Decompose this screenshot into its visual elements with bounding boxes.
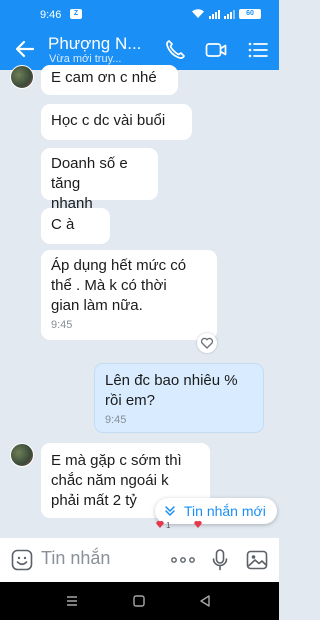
signal-icon [209,8,220,19]
chat-header: Phượng N... Vừa mới truy... [0,30,279,70]
message-text: Lên đc bao nhiêu % [105,372,238,389]
heart-outline-icon [200,337,214,349]
menu-list-icon[interactable] [246,38,270,62]
microphone-icon[interactable] [211,548,229,572]
message-bubble[interactable]: Học c dc vài buổi [41,104,192,140]
home-icon[interactable] [132,595,146,607]
sender-avatar[interactable] [10,65,34,89]
message-bubble[interactable]: E cam ơn c nhé [41,65,178,95]
double-chevron-down-icon [165,506,175,516]
battery-icon: 60 [239,8,261,19]
heart-reaction-icon[interactable]: 1 [155,519,173,529]
message-text: gian làm nữa. [51,297,143,314]
sender-avatar[interactable] [10,443,34,467]
wifi-icon [192,9,204,18]
message-text: thể . Mà k có thời [51,277,167,294]
emoji-icon[interactable] [10,548,34,572]
message-text: E cam ơn c nhé [51,69,157,86]
message-time: 9:45 [51,319,73,331]
image-picker-icon[interactable] [245,548,269,572]
message-input[interactable]: Tin nhắn [41,548,110,569]
message-time: 9:45 [105,414,127,426]
message-bubble-outgoing[interactable]: Lên đc bao nhiêu % rồi em? 9:45 [94,363,264,433]
status-icons: 60 [191,8,261,19]
last-seen-status: Vừa mới truy... [49,53,122,65]
heart-reaction-icon[interactable] [189,519,207,529]
zalo-notification-icon: Z [70,9,82,19]
video-call-icon[interactable] [204,38,228,62]
contact-name[interactable]: Phượng N... [48,34,141,54]
message-bubble[interactable]: C à [41,208,110,244]
message-text: rồi em? [105,392,156,409]
back-arrow-icon[interactable] [12,36,38,62]
message-composer: Tin nhắn [0,538,279,582]
new-message-button[interactable]: Tin nhắn mới [155,498,277,524]
back-triangle-icon[interactable] [198,595,212,607]
svg-text:1: 1 [166,521,171,529]
system-navigation-bar [0,582,279,620]
message-text: Học c dc vài buổi [51,112,166,129]
recent-apps-icon[interactable] [65,595,79,607]
message-text: Doanh số e tăng [51,155,128,192]
status-time: 9:46 [40,9,62,21]
react-heart-button[interactable] [197,333,217,353]
message-bubble[interactable]: Áp dụng hết mức có thể . Mà k có thời gi… [41,250,217,340]
signal-icon-2 [224,8,235,19]
message-bubble[interactable]: Doanh số e tăng nhanh [41,148,158,212]
message-text: E mà gặp c sớm thì [51,452,182,469]
status-bar: 9:46 Z 60 [0,0,279,30]
more-options-icon[interactable] [170,556,196,564]
message-text: C à [51,216,75,233]
message-text: Áp dụng hết mức có [51,257,187,274]
message-text: chắc năm ngoái k [51,472,169,489]
phone-icon[interactable] [163,38,187,62]
new-message-label: Tin nhắn mới [184,503,266,519]
